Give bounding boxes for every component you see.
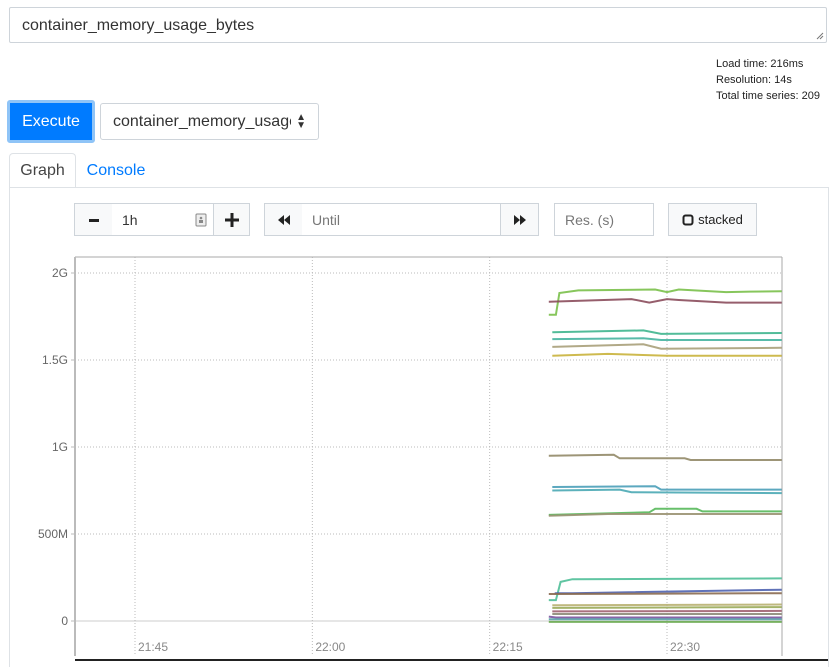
y-tick-label: 1G	[52, 440, 68, 454]
load-time: Load time: 216ms	[716, 58, 804, 70]
back-button[interactable]	[264, 203, 303, 236]
plus-icon	[224, 212, 239, 227]
execute-button[interactable]: Execute	[7, 100, 95, 143]
series-line-series-7	[548, 453, 782, 461]
increase-range-button[interactable]	[213, 203, 250, 236]
range-input[interactable]: 1h	[112, 203, 215, 236]
forward-button[interactable]	[500, 203, 539, 236]
y-tick-label: 500M	[38, 527, 68, 541]
checkbox-icon	[682, 214, 694, 225]
stacked-label: stacked	[698, 212, 743, 227]
y-tick-label: 2G	[52, 266, 68, 280]
series-line-series-2	[548, 298, 782, 304]
resolution: Resolution: 14s	[716, 74, 792, 86]
series-lines	[548, 288, 782, 623]
tab-console[interactable]: Console	[78, 153, 154, 188]
total-time-series: Total time series: 209	[716, 90, 820, 102]
series-line-series-16	[552, 606, 782, 609]
resolution-input[interactable]: Res. (s)	[554, 203, 654, 236]
resolution-placeholder: Res. (s)	[565, 211, 614, 228]
series-line-series-6	[552, 352, 782, 357]
series-line-series-14	[548, 592, 782, 595]
metric-select[interactable]: container_memory_usage_bytes ▲▼	[100, 103, 319, 140]
query-stats: Load time: 216ms Resolution: 14s Total t…	[716, 56, 820, 104]
axes	[71, 256, 828, 661]
select-arrows-icon: ▲ ▼	[296, 112, 306, 131]
series-line-series-19	[548, 615, 782, 619]
y-tick-label: 1.5G	[42, 353, 68, 367]
forward-icon	[513, 214, 526, 225]
range-value: 1h	[122, 211, 138, 228]
y-axis-labels: 0 500M 1G 1.5G 2G	[38, 266, 68, 628]
resize-handle-icon[interactable]	[816, 32, 824, 40]
autofill-icon	[195, 213, 207, 227]
decrease-range-button[interactable]	[74, 203, 113, 236]
series-line-series-15	[552, 603, 782, 607]
x-axis-labels: 21:45 22:00 22:15 22:30	[138, 640, 700, 654]
x-tick-label: 22:15	[493, 640, 523, 654]
until-input[interactable]: Until	[302, 203, 502, 236]
stacked-toggle[interactable]: stacked	[668, 203, 757, 236]
grid	[75, 257, 782, 656]
series-line-series-11	[548, 513, 782, 517]
x-tick-label: 22:00	[315, 640, 345, 654]
series-line-series-12	[548, 577, 782, 602]
expression-text: container_memory_usage_bytes	[22, 17, 255, 34]
tab-graph[interactable]: Graph	[9, 153, 76, 188]
memory-usage-chart: 0 500M 1G 1.5G 2G 21:45 22:00 22:15 22:30	[38, 256, 828, 661]
until-placeholder: Until	[312, 211, 341, 228]
series-line-series-17	[552, 609, 782, 613]
y-tick-label: 0	[61, 614, 68, 628]
metric-select-value: container_memory_usage_bytes	[113, 112, 291, 130]
backward-icon	[277, 214, 290, 225]
x-tick-label: 22:30	[670, 640, 700, 654]
minus-icon	[88, 218, 99, 222]
expression-input[interactable]: container_memory_usage_bytes	[9, 7, 827, 43]
x-tick-label: 21:45	[138, 640, 168, 654]
